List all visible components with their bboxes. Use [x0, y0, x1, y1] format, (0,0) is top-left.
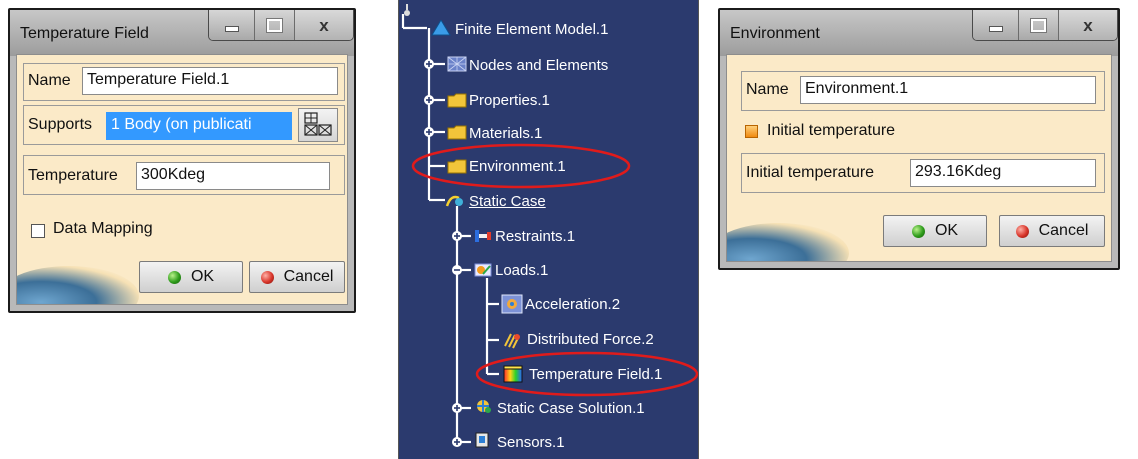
name-label: Name: [746, 81, 789, 98]
cancel-button[interactable]: Cancel: [999, 215, 1105, 247]
tree-item-acceleration[interactable]: Acceleration.2: [525, 296, 620, 313]
materials-folder-icon: [447, 125, 467, 140]
minimize-button[interactable]: [973, 10, 1019, 40]
root-handle-icon: [404, 4, 410, 16]
maximize-icon: [266, 17, 283, 33]
dialog-body: Name Environment.1 Initial temperature I…: [726, 54, 1112, 262]
acceleration-icon: [501, 294, 523, 314]
initial-temperature-label: Initial temperature: [746, 164, 875, 181]
tree-item-sensors[interactable]: Sensors.1: [497, 434, 565, 451]
loads-icon: [474, 263, 492, 277]
close-button[interactable]: x: [1059, 10, 1117, 40]
initial-temperature-input[interactable]: 293.16Kdeg: [910, 159, 1096, 187]
environment-folder-icon: [447, 159, 467, 174]
selection-icon: [304, 112, 332, 136]
properties-folder-icon: [447, 93, 467, 108]
name-input[interactable]: Temperature Field.1: [82, 67, 338, 95]
cancel-button-label: Cancel: [1038, 222, 1089, 239]
tree-root-label[interactable]: Finite Element Model.1: [455, 21, 608, 38]
temperature-group: Temperature 300Kdeg: [23, 155, 345, 195]
static-case-icon: [445, 195, 463, 207]
supports-group: Supports 1 Body (on publicati: [23, 105, 345, 145]
temperature-field-dialog: Temperature Field x Name Temperature Fie…: [8, 8, 356, 313]
tree-item-temperature-field[interactable]: Temperature Field.1: [529, 366, 662, 383]
ok-icon: [911, 224, 925, 238]
cancel-button-label: Cancel: [283, 268, 334, 285]
tree-item-restraints[interactable]: Restraints.1: [495, 228, 575, 245]
dialog-titlebar[interactable]: Environment x: [720, 10, 1118, 50]
close-icon: x: [1083, 15, 1093, 35]
catia-swirl-decoration: [17, 266, 139, 304]
initial-temperature-group: Initial temperature 293.16Kdeg: [741, 153, 1105, 193]
tree-item-materials[interactable]: Materials.1: [469, 125, 542, 142]
solution-icon: [477, 400, 491, 413]
data-mapping-checkbox[interactable]: [31, 224, 45, 238]
temperature-label: Temperature: [28, 167, 118, 184]
maximize-icon: [1030, 17, 1047, 33]
specification-tree: Finite Element Model.1 Nodes and Element…: [398, 0, 699, 459]
ok-button[interactable]: OK: [883, 215, 987, 247]
maximize-button[interactable]: [1019, 10, 1059, 40]
tree-item-environment[interactable]: Environment.1: [469, 158, 566, 175]
restraint-icon: [475, 230, 491, 242]
tree-item-properties[interactable]: Properties.1: [469, 92, 550, 109]
name-group: Name Environment.1: [741, 71, 1105, 111]
tree-item-loads[interactable]: Loads.1: [495, 262, 548, 279]
name-input[interactable]: Environment.1: [800, 76, 1096, 104]
tree-item-static-case-solution[interactable]: Static Case Solution.1: [497, 400, 645, 417]
window-controls: x: [972, 10, 1118, 41]
initial-temperature-toggle-icon[interactable]: [745, 125, 758, 138]
name-label: Name: [28, 72, 71, 89]
dialog-titlebar[interactable]: Temperature Field x: [10, 10, 354, 50]
cancel-icon: [1015, 224, 1029, 238]
close-icon: x: [319, 15, 329, 35]
distributed-force-icon: [504, 333, 520, 349]
mesh-icon: [447, 56, 467, 72]
maximize-button[interactable]: [255, 10, 295, 40]
name-group: Name Temperature Field.1: [23, 63, 345, 101]
fem-model-icon: [431, 20, 451, 36]
catia-swirl-decoration: [727, 223, 849, 261]
ok-icon: [167, 270, 181, 284]
cancel-icon: [260, 270, 274, 284]
supports-label: Supports: [28, 116, 93, 133]
supports-selector-button[interactable]: [298, 108, 338, 142]
temperature-field-icon: [503, 365, 523, 383]
cancel-button[interactable]: Cancel: [249, 261, 345, 293]
initial-temperature-check-label: Initial temperature: [767, 122, 896, 139]
close-button[interactable]: x: [295, 10, 353, 40]
ok-button-label: OK: [190, 268, 215, 285]
environment-dialog: Environment x Name Environment.1 Initial…: [718, 8, 1120, 270]
dialog-title: Environment: [730, 25, 820, 42]
ok-button-label: OK: [934, 222, 959, 239]
temperature-input[interactable]: 300Kdeg: [136, 162, 330, 190]
minimize-icon: [224, 26, 239, 32]
tree-item-nodes-and-elements[interactable]: Nodes and Elements: [469, 57, 608, 74]
ok-button[interactable]: OK: [139, 261, 243, 293]
sensor-icon: [475, 432, 489, 448]
dialog-body: Name Temperature Field.1 Supports 1 Body…: [16, 54, 348, 305]
minimize-icon: [988, 26, 1003, 32]
tree-item-distributed-force[interactable]: Distributed Force.2: [527, 331, 654, 348]
tree-item-static-case[interactable]: Static Case: [469, 193, 546, 210]
data-mapping-label: Data Mapping: [53, 220, 153, 237]
minimize-button[interactable]: [209, 10, 255, 40]
dialog-title: Temperature Field: [20, 25, 149, 42]
supports-input[interactable]: 1 Body (on publicati: [106, 112, 292, 140]
window-controls: x: [208, 10, 354, 41]
